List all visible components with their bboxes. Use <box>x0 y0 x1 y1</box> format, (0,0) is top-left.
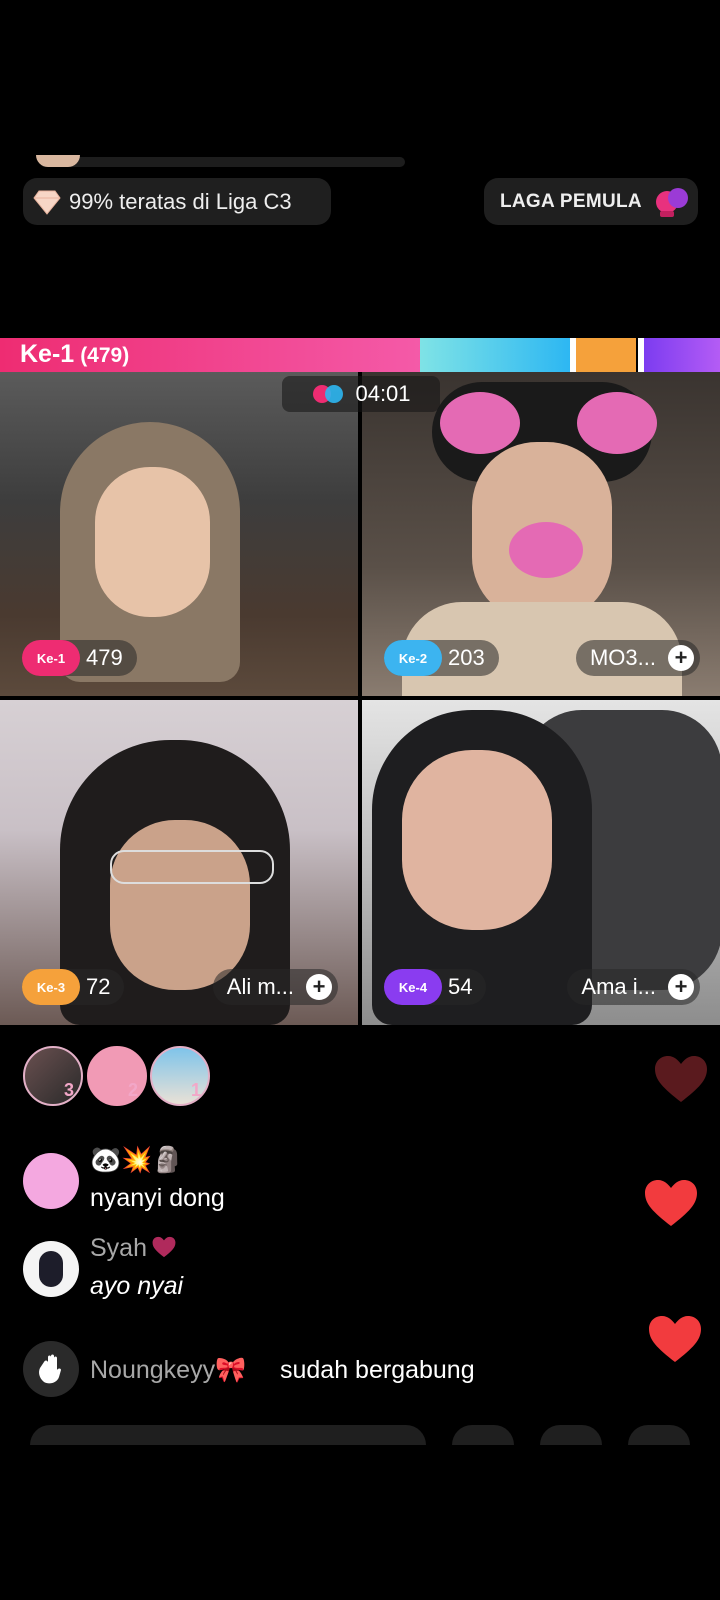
guest-tile-1[interactable]: Ke-1 479 <box>0 372 358 696</box>
tile-score-4: 54 <box>448 974 473 999</box>
comment-username-text: Syah <box>90 1234 147 1262</box>
follow-plus-icon[interactable]: + <box>668 645 694 671</box>
guest-name-text-4: Ama i... <box>581 974 656 999</box>
comment-username[interactable]: Syah <box>90 1234 177 1263</box>
rank-chip-1: Ke-1 <box>22 640 80 676</box>
guest-name-4[interactable]: Ama i... + <box>567 969 700 1005</box>
guest-name-text-2: MO3... <box>589 645 656 670</box>
dog-ear-right <box>577 392 657 454</box>
tile-score-label-1: Ke-1 479 <box>22 640 137 676</box>
score-bar-score: (479) <box>80 344 130 367</box>
action-button-partial[interactable] <box>540 1425 602 1445</box>
guest-face-4 <box>402 750 552 930</box>
guest-tile-4[interactable]: Ke-4 54 Ama i... + <box>362 700 720 1025</box>
comment-avatar[interactable] <box>23 1241 79 1297</box>
tile-score-label-2: Ke-2 203 <box>384 640 499 676</box>
viewer-rank: 2 <box>128 1080 139 1100</box>
heart-icon <box>655 1056 707 1102</box>
score-segment-2 <box>420 338 570 372</box>
battle-icon <box>313 385 344 403</box>
comment-text: ayo nyai <box>90 1272 184 1300</box>
top-divider <box>40 157 405 167</box>
guest-face-3 <box>110 820 250 990</box>
action-button-partial[interactable] <box>628 1425 690 1445</box>
laga-text: LAGA PEMULA <box>500 190 642 212</box>
score-divider <box>638 338 644 372</box>
score-segment-4 <box>644 338 720 372</box>
avatar-figure <box>39 1251 63 1287</box>
tile-score-label-3: Ke-3 72 <box>22 969 125 1005</box>
comment-username[interactable]: 🐼💥🗿 <box>90 1146 183 1175</box>
rank-chip-2: Ke-2 <box>384 640 442 676</box>
timer-value: 04:01 <box>355 381 411 406</box>
guest-name-2[interactable]: MO3... + <box>575 640 700 676</box>
comment-input-partial[interactable] <box>30 1425 426 1445</box>
score-bar-leader: Ke-1 (479) <box>20 340 129 369</box>
rank-chip-3: Ke-3 <box>22 969 80 1005</box>
battle-timer: 04:01 <box>282 376 440 412</box>
tile-score-1: 479 <box>86 645 123 670</box>
tile-score-label-4: Ke-4 54 <box>384 969 487 1005</box>
comment-avatar[interactable] <box>23 1153 79 1209</box>
joined-username[interactable]: Noungkeyy🎀 <box>90 1356 246 1385</box>
battle-score-bar: Ke-1 (479) <box>0 338 720 372</box>
follow-plus-icon[interactable]: + <box>668 974 694 1000</box>
score-segment-3 <box>576 338 636 372</box>
dog-ear-left <box>440 392 520 454</box>
guest-face-1 <box>95 467 210 617</box>
glasses <box>110 850 274 884</box>
score-bar-rank: Ke-1 <box>20 340 75 368</box>
follow-plus-icon[interactable]: + <box>306 974 332 1000</box>
action-button-partial[interactable] <box>452 1425 514 1445</box>
league-badge[interactable]: 99% teratas di Liga C3 <box>23 178 331 225</box>
heart-small-icon <box>152 1236 176 1258</box>
heart-icon <box>649 1316 701 1362</box>
diamond-icon <box>33 190 61 215</box>
guest-tile-3[interactable]: Ke-3 72 Ali m... + <box>0 700 358 1025</box>
tile-score-3: 72 <box>86 974 111 999</box>
viewer-rank: 3 <box>64 1080 75 1100</box>
guest-tile-2[interactable]: Ke-2 203 MO3... + <box>362 372 720 696</box>
heart-icon <box>645 1180 697 1226</box>
guest-name-text-3: Ali m... <box>226 974 294 999</box>
viewer-rank: 1 <box>191 1080 202 1100</box>
laga-pemula-badge[interactable]: LAGA PEMULA <box>484 178 698 225</box>
joined-text: sudah bergabung <box>280 1356 475 1384</box>
comment-text: nyanyi dong <box>90 1184 225 1212</box>
gloves-icon <box>655 187 688 217</box>
score-divider <box>570 338 576 372</box>
host-avatar-partial <box>36 155 80 167</box>
join-wave-avatar <box>23 1341 79 1397</box>
dog-nose-filter <box>509 522 583 578</box>
rank-chip-4: Ke-4 <box>384 969 442 1005</box>
guest-name-3[interactable]: Ali m... + <box>212 969 338 1005</box>
wave-hand-icon <box>39 1354 61 1384</box>
tile-score-2: 203 <box>448 645 485 670</box>
video-grid: Ke-1 479 Ke-2 203 MO3... + Ke-3 72 Ali m… <box>0 372 720 1025</box>
league-text: 99% teratas di Liga C3 <box>69 188 292 214</box>
